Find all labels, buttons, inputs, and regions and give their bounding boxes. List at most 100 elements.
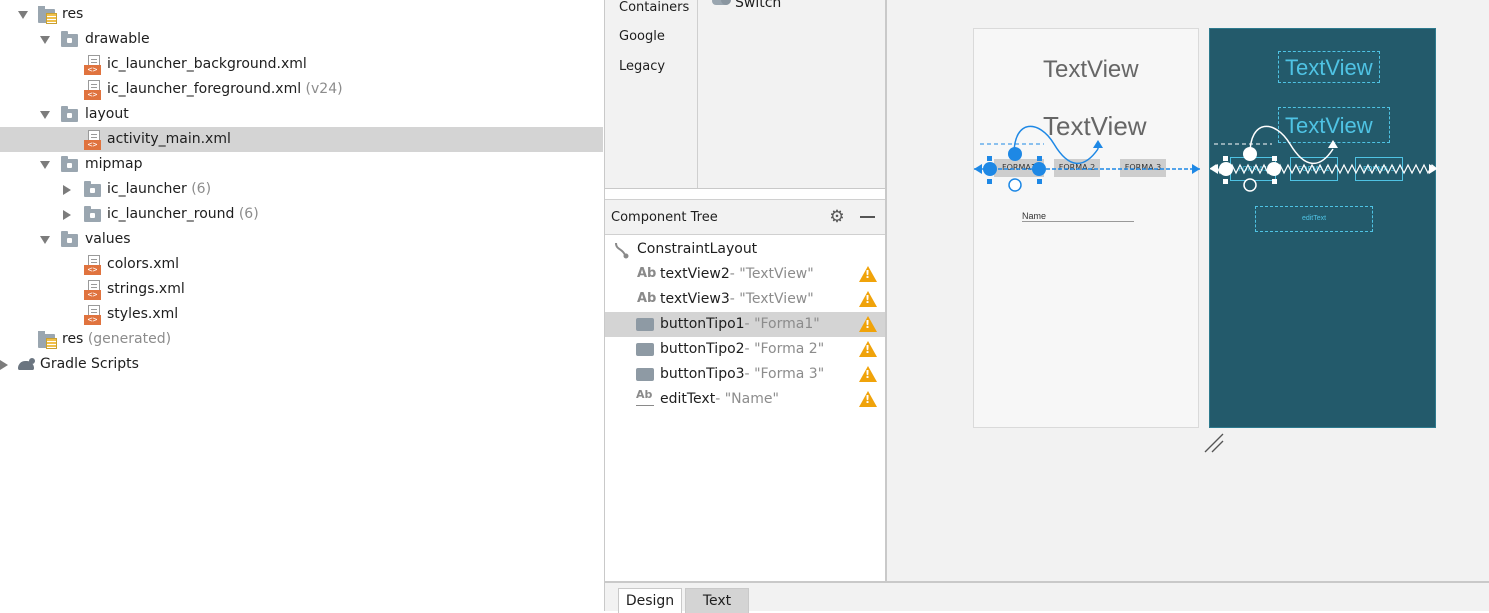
palette-panel: Containers Google Legacy Switch <box>604 0 885 188</box>
component-row-constraintlayout[interactable]: ConstraintLayout <box>605 237 886 262</box>
tree-item-label: res (generated) <box>62 331 172 347</box>
palette-category-legacy[interactable]: Legacy <box>619 59 665 74</box>
resource-folder-icon <box>38 6 57 24</box>
component-name: ConstraintLayout <box>637 241 758 257</box>
folder-icon <box>84 181 101 197</box>
button-icon <box>636 368 654 381</box>
palette-category-google[interactable]: Google <box>619 29 665 44</box>
project-tree-panel: res drawable <> ic_launcher_background.x… <box>0 0 604 611</box>
folder-icon <box>61 156 78 172</box>
design-surface[interactable]: TextView TextView FORMA1 FORMA 2 FORMA 3… <box>885 0 1489 581</box>
palette-category-containers[interactable]: Containers <box>619 0 689 15</box>
tab-design[interactable]: Design <box>618 588 682 613</box>
warning-icon[interactable] <box>859 291 877 307</box>
folder-icon <box>61 231 78 247</box>
component-name: editText- "Name" <box>660 391 779 407</box>
tree-item-values[interactable]: values <box>0 227 603 252</box>
gradle-icon <box>16 358 36 372</box>
warning-icon[interactable] <box>859 341 877 357</box>
constraint-overlay <box>974 125 1200 192</box>
component-tree-title: Component Tree <box>611 210 718 225</box>
tree-item-activity-main[interactable]: <> activity_main.xml <box>0 127 603 152</box>
tree-item-strings[interactable]: <> strings.xml <box>0 277 603 302</box>
component-row-textview3[interactable]: Ab textView3- "TextView" <box>605 287 886 312</box>
tree-item-drawable[interactable]: drawable <box>0 27 603 52</box>
collapse-arrow-icon[interactable] <box>63 185 71 195</box>
tree-item-label: Gradle Scripts <box>40 356 139 372</box>
tree-item-label: drawable <box>85 31 150 47</box>
tree-item-label: colors.xml <box>107 256 180 272</box>
design-preview-screen[interactable]: TextView TextView FORMA1 FORMA 2 FORMA 3… <box>973 28 1200 428</box>
xml-file-icon: <> <box>84 55 101 75</box>
tree-item-res-generated[interactable]: res (generated) <box>0 327 603 352</box>
xml-file-icon: <> <box>84 305 101 325</box>
textview-icon: Ab <box>637 291 657 306</box>
tree-item-ic-launcher[interactable]: ic_launcher (6) <box>0 177 603 202</box>
tree-item-label: ic_launcher (6) <box>107 181 212 197</box>
component-name: buttonTipo2- "Forma 2" <box>660 341 825 357</box>
tree-item-layout[interactable]: layout <box>0 102 603 127</box>
tree-item-gradle-scripts[interactable]: Gradle Scripts <box>0 352 603 377</box>
edittext-icon: Ab <box>636 388 655 406</box>
component-tree-panel: Component Tree ⚙ ConstraintLayout Ab tex… <box>604 188 886 581</box>
tree-item-ic-launcher-background[interactable]: <> ic_launcher_background.xml <box>0 52 603 77</box>
gear-icon[interactable]: ⚙ <box>828 208 846 226</box>
expand-arrow-icon[interactable] <box>40 161 50 169</box>
component-tree-header: Component Tree ⚙ <box>605 199 886 235</box>
folder-icon <box>84 206 101 222</box>
tree-item-res[interactable]: res <box>0 2 603 27</box>
palette-categories: Containers Google Legacy <box>605 0 698 188</box>
blueprint-textview-1[interactable]: TextView <box>1278 51 1380 83</box>
tree-item-label: activity_main.xml <box>107 131 231 147</box>
component-row-buttontipo1[interactable]: buttonTipo1- "Forma1" <box>605 312 886 337</box>
tree-item-label: ic_launcher_foreground.xml (v24) <box>107 81 343 97</box>
component-row-textview2[interactable]: Ab textView2- "TextView" <box>605 262 886 287</box>
component-name: buttonTipo1- "Forma1" <box>660 316 820 332</box>
component-row-buttontipo3[interactable]: buttonTipo3- "Forma 3" <box>605 362 886 387</box>
tree-item-label: res <box>62 6 84 22</box>
textview-icon: Ab <box>637 266 657 281</box>
palette-item-switch[interactable]: Switch <box>735 0 781 11</box>
warning-icon[interactable] <box>859 316 877 332</box>
tree-item-mipmap[interactable]: mipmap <box>0 152 603 177</box>
collapse-arrow-icon[interactable] <box>63 210 71 220</box>
button-icon <box>636 318 654 331</box>
blueprint-edittext[interactable]: editText <box>1255 206 1373 232</box>
design-edittext-name[interactable]: Name <box>1022 211 1134 222</box>
tree-item-ic-launcher-round[interactable]: ic_launcher_round (6) <box>0 202 603 227</box>
tab-text[interactable]: Text <box>685 588 749 613</box>
switch-icon <box>712 0 731 5</box>
tree-item-label: mipmap <box>85 156 143 172</box>
collapse-arrow-icon[interactable] <box>0 360 8 370</box>
tree-item-label: strings.xml <box>107 281 185 297</box>
tree-item-label: styles.xml <box>107 306 179 322</box>
tree-item-label: ic_launcher_round (6) <box>107 206 259 222</box>
minus-icon[interactable] <box>860 216 875 218</box>
component-row-edittext[interactable]: Ab editText- "Name" <box>605 387 886 412</box>
folder-icon <box>61 106 78 122</box>
editor-mode-tabs: Design Text <box>604 581 1489 613</box>
xml-file-icon: <> <box>84 280 101 300</box>
tree-item-styles[interactable]: <> styles.xml <box>0 302 603 327</box>
warning-icon[interactable] <box>859 266 877 282</box>
folder-icon <box>61 31 78 47</box>
warning-icon[interactable] <box>859 366 877 382</box>
component-name: textView3- "TextView" <box>660 291 814 307</box>
xml-file-icon: <> <box>84 80 101 100</box>
blueprint-preview-screen[interactable]: TextView TextView FORMA1 FORMA 2 FORMA 3… <box>1209 28 1437 428</box>
resize-handle-icon[interactable] <box>1203 432 1225 454</box>
design-textview-1[interactable]: TextView <box>1043 56 1139 84</box>
expand-arrow-icon[interactable] <box>40 236 50 244</box>
constraint-layout-icon <box>615 242 629 259</box>
tree-item-label: layout <box>85 106 129 122</box>
warning-icon[interactable] <box>859 391 877 407</box>
component-row-buttontipo2[interactable]: buttonTipo2- "Forma 2" <box>605 337 886 362</box>
expand-arrow-icon[interactable] <box>40 36 50 44</box>
tree-item-ic-launcher-foreground[interactable]: <> ic_launcher_foreground.xml (v24) <box>0 77 603 102</box>
component-name: textView2- "TextView" <box>660 266 814 282</box>
expand-arrow-icon[interactable] <box>40 111 50 119</box>
tree-item-colors[interactable]: <> colors.xml <box>0 252 603 277</box>
expand-arrow-icon[interactable] <box>18 11 28 19</box>
xml-file-icon: <> <box>84 255 101 275</box>
blueprint-constraint-overlay <box>1210 125 1437 192</box>
